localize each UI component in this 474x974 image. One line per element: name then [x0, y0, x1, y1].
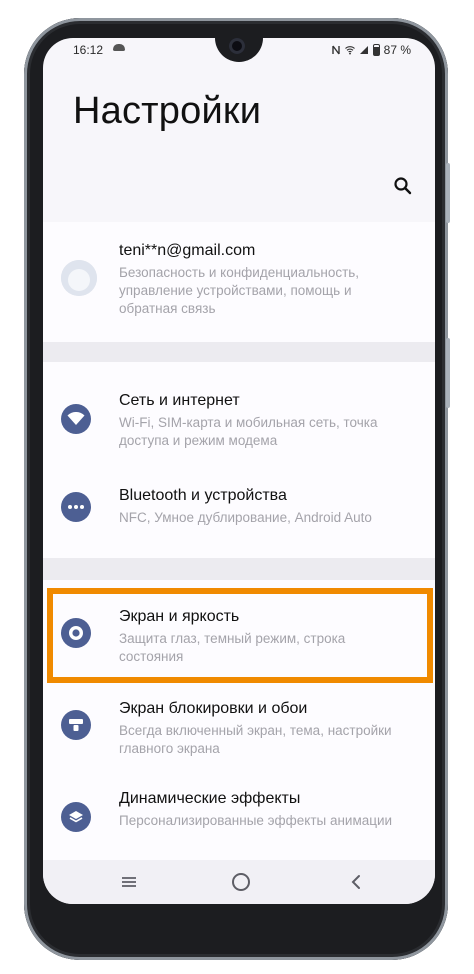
- signal-icon: [359, 46, 368, 54]
- section-divider: [43, 558, 435, 580]
- settings-item-description: NFC, Умное дублирование, Android Auto: [119, 510, 372, 525]
- wifi-status-icon: [344, 46, 355, 55]
- account-description: Безопасность и конфиденциальность, управ…: [119, 265, 360, 316]
- settings-item-network[interactable]: Сеть и интернет Wi-Fi, SIM-карта и мобил…: [43, 362, 435, 462]
- settings-item-description: Персонализированные эффекты анимации: [119, 813, 393, 828]
- layers-icon: [61, 802, 91, 832]
- home-icon[interactable]: [232, 873, 250, 891]
- wifi-icon: [61, 404, 91, 434]
- settings-item-description: Всегда включенный экран, тема, настройки…: [119, 723, 392, 756]
- phone-screen: 16:12 87 % Настройки teni**n@gmail.com Б…: [43, 38, 435, 904]
- power-button: [446, 338, 450, 408]
- system-navigation-bar: [43, 860, 435, 904]
- account-entry: teni**n@gmail.com Безопасность и конфиде…: [43, 222, 435, 342]
- more-dots-icon: [61, 492, 91, 522]
- status-time: 16:12: [73, 43, 104, 57]
- status-bar: 16:12 87 %: [43, 38, 435, 62]
- settings-item-lock-screen[interactable]: Экран блокировки и обои Всегда включенны…: [43, 682, 435, 774]
- cloud-icon: [113, 44, 125, 51]
- settings-item-bluetooth[interactable]: Bluetooth и устройства NFC, Умное дублир…: [43, 462, 435, 558]
- battery-icon: [372, 44, 380, 56]
- settings-item-description: Wi-Fi, SIM-карта и мобильная сеть, точка…: [119, 415, 378, 448]
- nfc-icon: [331, 45, 340, 55]
- settings-item-label: Экран блокировки и обои: [119, 700, 308, 717]
- status-icons: 87 %: [331, 43, 411, 57]
- highlight-frame: [47, 588, 433, 683]
- connectivity-card: Сеть и интернет Wi-Fi, SIM-карта и мобил…: [43, 362, 435, 558]
- back-icon[interactable]: [349, 874, 363, 890]
- recent-apps-icon[interactable]: [121, 876, 137, 888]
- page-title: Настройки: [73, 90, 262, 132]
- account-email: teni**n@gmail.com: [119, 242, 256, 259]
- settings-item-effects[interactable]: Динамические эффекты Персонализированные…: [43, 774, 435, 860]
- settings-item-label: Bluetooth и устройства: [119, 487, 287, 504]
- battery-level: 87 %: [383, 43, 411, 57]
- account-card[interactable]: teni**n@gmail.com Безопасность и конфиде…: [43, 222, 435, 342]
- settings-item-label: Динамические эффекты: [119, 790, 301, 807]
- volume-button: [446, 163, 450, 223]
- settings-item-label: Сеть и интернет: [119, 392, 240, 409]
- lock-screen-icon: [61, 710, 91, 740]
- section-divider: [43, 342, 435, 362]
- front-camera: [229, 38, 245, 54]
- search-icon[interactable]: [393, 176, 413, 196]
